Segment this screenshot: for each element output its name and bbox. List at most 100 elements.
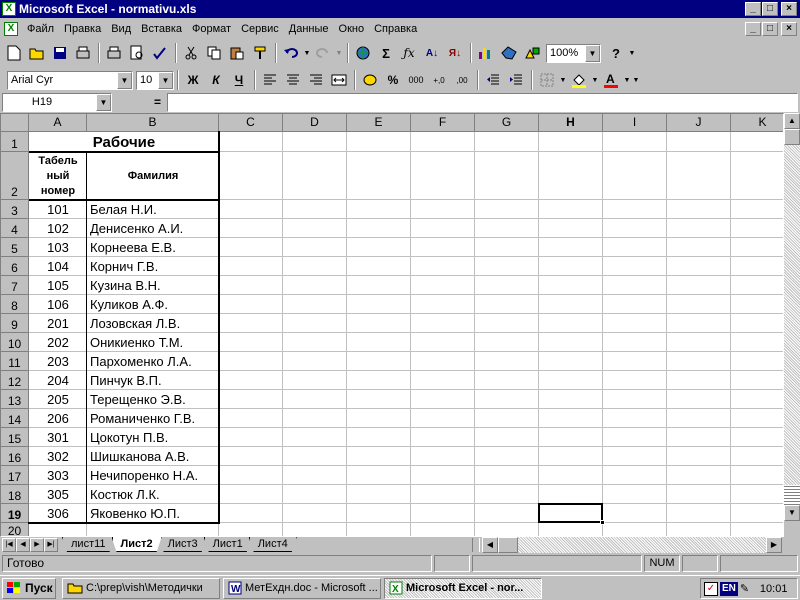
row-header-19[interactable]: 19 (1, 504, 29, 523)
excel-app-icon[interactable]: X (2, 2, 16, 16)
toolbar-more-icon[interactable]: ▼ (632, 69, 640, 91)
scroll-right-arrow-icon[interactable]: ▶ (766, 537, 782, 553)
thousands-button[interactable]: 000 (405, 69, 427, 91)
italic-button[interactable]: К (205, 69, 227, 91)
minimize-button[interactable]: _ (745, 2, 761, 16)
sort-descending-icon[interactable]: Я↓ (444, 42, 466, 64)
task-excel-active[interactable]: X Microsoft Excel - nor... (384, 577, 542, 599)
chart-wizard-icon[interactable] (475, 42, 497, 64)
align-left-icon[interactable] (259, 69, 281, 91)
redo-icon[interactable] (312, 42, 334, 64)
first-sheet-icon[interactable]: |◀ (2, 538, 16, 552)
preview-icon[interactable] (126, 42, 148, 64)
active-cell-cursor[interactable] (538, 503, 603, 523)
row-header-8[interactable]: 8 (1, 295, 29, 314)
font-size-combo[interactable]: 10 ▼ (136, 70, 174, 90)
spreadsheet-grid[interactable]: A B C D E F G H I J K 1 2 3 4 5 6 7 8 9 10 11 12 13 14 15 16 17 18 19… (0, 113, 784, 537)
workbook-icon[interactable]: X (4, 21, 18, 36)
row-header-4[interactable]: 4 (1, 219, 29, 238)
help-icon[interactable]: ? (605, 42, 627, 64)
column-header-h[interactable]: H (539, 114, 603, 132)
doc-minimize-button[interactable]: _ (745, 22, 761, 36)
align-center-icon[interactable] (282, 69, 304, 91)
tray-check-icon[interactable]: ✓ (704, 581, 718, 596)
fill-color-dropdown-icon[interactable]: ▼ (591, 69, 599, 91)
column-header-b[interactable]: B (87, 114, 219, 132)
formula-input[interactable] (167, 92, 798, 112)
row-header-12[interactable]: 12 (1, 371, 29, 390)
font-name-combo[interactable]: Arial Cyr ▼ (7, 70, 133, 90)
column-header-g[interactable]: G (475, 114, 539, 132)
row-header-6[interactable]: 6 (1, 257, 29, 276)
column-header-e[interactable]: E (347, 114, 411, 132)
chevron-down-icon[interactable]: ▼ (96, 93, 111, 111)
scroll-thumb[interactable] (784, 129, 800, 145)
scroll-track[interactable] (784, 145, 800, 485)
print-icon[interactable] (103, 42, 125, 64)
sheet-tab-3[interactable]: Лист3 (159, 537, 207, 552)
borders-dropdown-icon[interactable]: ▼ (559, 69, 567, 91)
bold-button[interactable]: Ж (182, 69, 204, 91)
column-header-c[interactable]: C (219, 114, 283, 132)
row-header-1[interactable]: 1 (1, 132, 29, 152)
fill-color-icon[interactable] (568, 69, 590, 91)
menu-data[interactable]: Данные (284, 23, 334, 35)
tab-split-handle[interactable] (472, 538, 480, 552)
column-header-d[interactable]: D (283, 114, 347, 132)
font-color-dropdown-icon[interactable]: ▼ (623, 69, 631, 91)
menu-help[interactable]: Справка (369, 23, 422, 35)
currency-icon[interactable] (359, 69, 381, 91)
row-header-2[interactable]: 2 (1, 152, 29, 200)
column-header-k[interactable]: K (731, 114, 783, 132)
prev-sheet-icon[interactable]: ◀ (16, 538, 30, 552)
paste-icon[interactable] (226, 42, 248, 64)
close-button[interactable]: × (781, 2, 797, 16)
sheet-tab-4[interactable]: Лист1 (204, 537, 252, 552)
row-header-13[interactable]: 13 (1, 390, 29, 409)
select-all-corner[interactable] (1, 114, 29, 132)
split-handle[interactable] (784, 485, 800, 505)
formula-equals[interactable]: = (112, 95, 167, 109)
row-header-11[interactable]: 11 (1, 352, 29, 371)
start-button[interactable]: Пуск (2, 577, 56, 599)
decrease-decimal-icon[interactable]: ,00 (451, 69, 473, 91)
row-header-16[interactable]: 16 (1, 447, 29, 466)
scroll-left-arrow-icon[interactable]: ◀ (482, 537, 498, 553)
sheet-tab-5[interactable]: Лист4 (249, 537, 297, 552)
column-header-a[interactable]: A (29, 114, 87, 132)
increase-indent-icon[interactable] (505, 69, 527, 91)
task-explorer[interactable]: C:\prep\vish\Методички (62, 577, 220, 599)
save-icon[interactable] (49, 42, 71, 64)
last-sheet-icon[interactable]: ▶| (44, 538, 58, 552)
column-header-f[interactable]: F (411, 114, 475, 132)
row-header-15[interactable]: 15 (1, 428, 29, 447)
map-icon[interactable] (498, 42, 520, 64)
spelling-icon[interactable] (149, 42, 171, 64)
undo-dropdown-icon[interactable]: ▼ (303, 42, 311, 64)
new-document-icon[interactable] (3, 42, 25, 64)
web-globe-icon[interactable] (352, 42, 374, 64)
menu-insert[interactable]: Вставка (136, 23, 187, 35)
column-header-j[interactable]: J (667, 114, 731, 132)
language-indicator[interactable]: EN (720, 581, 738, 596)
horizontal-scrollbar[interactable]: ◀ ▶ (482, 537, 782, 553)
row-header-18[interactable]: 18 (1, 485, 29, 504)
scroll-down-arrow-icon[interactable]: ▼ (784, 505, 800, 521)
row-header-7[interactable]: 7 (1, 276, 29, 295)
sheet-tab-2[interactable]: Лист2 (112, 537, 162, 552)
borders-icon[interactable] (536, 69, 558, 91)
doc-close-button[interactable]: × (781, 22, 797, 36)
column-header-i[interactable]: I (603, 114, 667, 132)
open-folder-icon[interactable] (26, 42, 48, 64)
menu-window[interactable]: Окно (334, 23, 370, 35)
function-wizard-icon[interactable]: ƒx (398, 42, 420, 64)
doc-restore-button[interactable]: □ (762, 22, 778, 36)
hscroll-thumb[interactable] (498, 537, 518, 553)
row-header-5[interactable]: 5 (1, 238, 29, 257)
row-header-17[interactable]: 17 (1, 466, 29, 485)
fill-handle[interactable] (600, 520, 605, 525)
print-preview-icon[interactable] (72, 42, 94, 64)
autosum-icon[interactable]: Σ (375, 42, 397, 64)
percent-button[interactable]: % (382, 69, 404, 91)
align-right-icon[interactable] (305, 69, 327, 91)
